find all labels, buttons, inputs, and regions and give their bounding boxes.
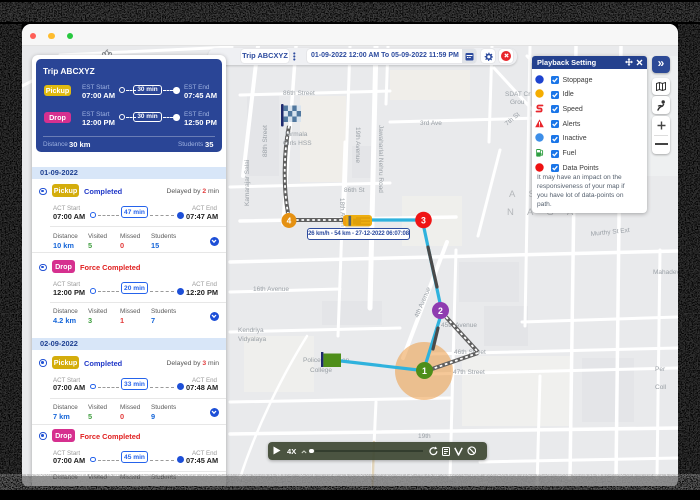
svg-text:86th Street: 86th Street [283, 90, 315, 97]
svg-text:86th St: 86th St [344, 187, 365, 194]
svg-text:Kamarajar Salai: Kamarajar Salai [244, 160, 251, 206]
svg-text:Grou: Grou [510, 99, 525, 106]
svg-text:88th Street: 88th Street [262, 125, 269, 157]
svg-text:Coll: Coll [655, 384, 667, 391]
svg-text:College: College [310, 367, 332, 374]
svg-text:2: 2 [438, 306, 443, 316]
svg-text:Per: Per [655, 366, 666, 373]
svg-text:3: 3 [421, 215, 426, 225]
svg-text:Nirmala: Nirmala [285, 131, 308, 138]
svg-text:4: 4 [287, 216, 292, 226]
svg-text:1: 1 [422, 366, 427, 376]
svg-text:Police: Police [303, 357, 321, 364]
svg-text:16th Avenue: 16th Avenue [253, 286, 289, 293]
svg-text:Mahadev: Mahadev [653, 269, 678, 276]
svg-text:SDAT Cr: SDAT Cr [505, 91, 531, 98]
svg-text:Jawaharlal Nehru Road: Jawaharlal Nehru Road [377, 125, 384, 193]
svg-text:47th Street: 47th Street [453, 369, 485, 376]
svg-text:19th: 19th [418, 433, 431, 440]
svg-text:19th Avenue: 19th Avenue [354, 127, 361, 163]
svg-text:45th Avenue: 45th Avenue [441, 322, 477, 329]
svg-text:Vidyalaya: Vidyalaya [238, 336, 266, 343]
svg-text:Kendriya: Kendriya [238, 327, 264, 334]
svg-text:3rd Ave: 3rd Ave [420, 120, 442, 127]
svg-text:Girls HSS: Girls HSS [283, 140, 312, 147]
